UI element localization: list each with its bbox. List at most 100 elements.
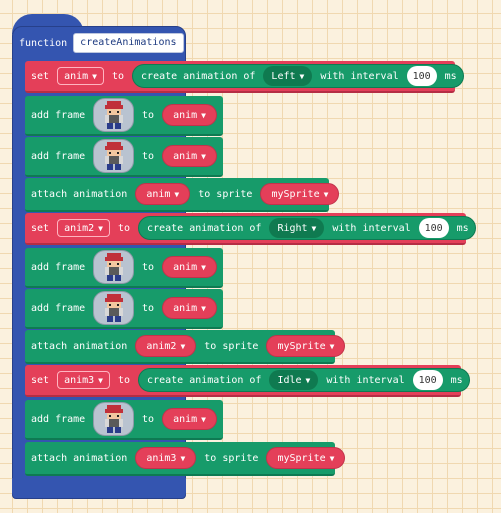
chevron-down-icon: ▼ [174, 189, 180, 199]
create-animation-block[interactable]: create animation of Idle ▼ with interval … [138, 368, 470, 392]
ms-label: ms [444, 70, 457, 82]
to-label: to [142, 413, 155, 425]
function-name-field[interactable]: createAnimations [73, 33, 184, 53]
chevron-down-icon: ▼ [92, 71, 97, 81]
create-animation-label: create animation of [147, 222, 262, 234]
to-label: to [118, 374, 131, 386]
variable-name: anim [64, 70, 89, 82]
function-keyword: function [19, 37, 68, 49]
chevron-down-icon: ▼ [323, 189, 329, 199]
chevron-down-icon: ▼ [305, 375, 311, 385]
to-label: to [142, 109, 155, 121]
set-label: set [31, 70, 50, 82]
create-animation-label: create animation of [141, 70, 256, 82]
chevron-down-icon: ▼ [180, 453, 186, 463]
sprite-name: mySprite [277, 452, 326, 464]
chevron-down-icon: ▼ [329, 341, 335, 351]
trainer-sprite-icon[interactable] [93, 250, 135, 284]
direction-value: Left [271, 70, 296, 82]
sprite-dropdown[interactable]: mySprite ▼ [266, 447, 346, 469]
to-sprite-label: to sprite [204, 452, 259, 464]
with-interval-label: with interval [326, 374, 405, 386]
trainer-sprite-icon[interactable] [93, 291, 135, 325]
chevron-down-icon: ▼ [201, 414, 206, 424]
animation-name: anim2 [146, 340, 177, 352]
animation-dropdown[interactable]: anim ▼ [135, 183, 191, 205]
add-frame-label: add frame [31, 261, 86, 273]
direction-dropdown[interactable]: Right ▼ [269, 218, 325, 238]
create-animation-label: create animation of [147, 374, 262, 386]
variable-dropdown[interactable]: anim ▼ [162, 104, 217, 126]
trainer-sprite-icon[interactable] [93, 98, 135, 132]
sprite-name: mySprite [277, 340, 326, 352]
chevron-down-icon: ▼ [201, 110, 206, 120]
animation-name: anim [146, 188, 171, 200]
add-frame-block[interactable]: add frame to anim ▼ [25, 96, 223, 136]
create-animation-block[interactable]: create animation of Left ▼ with interval … [132, 64, 464, 88]
interval-input[interactable]: 100 [406, 66, 437, 86]
with-interval-label: with interval [320, 70, 399, 82]
to-label: to [111, 70, 125, 82]
ms-label: ms [450, 374, 463, 386]
chevron-down-icon: ▼ [98, 375, 103, 385]
direction-value: Idle [277, 374, 302, 386]
trainer-sprite-icon[interactable] [93, 402, 135, 436]
variable-dropdown[interactable]: anim2 ▼ [57, 219, 110, 237]
direction-dropdown[interactable]: Idle ▼ [269, 370, 319, 390]
to-label: to [142, 261, 155, 273]
attach-animation-block[interactable]: attach animation anim2 ▼ to sprite mySpri… [25, 330, 346, 364]
interval-input[interactable]: 100 [412, 370, 443, 390]
animation-dropdown[interactable]: anim2 ▼ [135, 335, 197, 357]
set-block[interactable]: set anim ▼ to create animation of Left ▼ w… [25, 61, 464, 93]
variable-name: anim [173, 302, 198, 314]
variable-dropdown[interactable]: anim3 ▼ [57, 371, 110, 389]
add-frame-block[interactable]: add frame to anim ▼ [25, 137, 223, 177]
add-frame-block[interactable]: add frame to anim ▼ [25, 248, 223, 288]
sprite-dropdown[interactable]: mySprite ▼ [266, 335, 346, 357]
function-header: function createAnimations [19, 32, 184, 54]
variable-dropdown[interactable]: anim ▼ [162, 297, 217, 319]
add-frame-label: add frame [31, 302, 86, 314]
set-label: set [31, 222, 50, 234]
chevron-down-icon: ▼ [201, 151, 206, 161]
to-sprite-label: to sprite [204, 340, 259, 352]
attach-animation-block[interactable]: attach animation anim3 ▼ to sprite mySpri… [25, 442, 346, 476]
variable-name: anim3 [64, 374, 95, 386]
variable-name: anim [173, 109, 198, 121]
direction-dropdown[interactable]: Left ▼ [263, 66, 313, 86]
chevron-down-icon: ▼ [201, 303, 206, 313]
attach-animation-label: attach animation [31, 340, 128, 352]
variable-name: anim [173, 413, 198, 425]
create-animation-block[interactable]: create animation of Right ▼ with interval… [138, 216, 476, 240]
add-frame-block[interactable]: add frame to anim ▼ [25, 400, 223, 440]
variable-name: anim [173, 261, 198, 273]
set-block[interactable]: set anim2 ▼ to create animation of Right ▼… [25, 213, 476, 245]
sprite-dropdown[interactable]: mySprite ▼ [260, 183, 340, 205]
trainer-sprite-icon[interactable] [93, 139, 135, 173]
add-frame-block[interactable]: add frame to anim ▼ [25, 289, 223, 329]
add-frame-label: add frame [31, 150, 86, 162]
variable-dropdown[interactable]: anim ▼ [162, 408, 217, 430]
set-label: set [31, 374, 50, 386]
to-label: to [142, 150, 155, 162]
with-interval-label: with interval [332, 222, 411, 234]
to-sprite-label: to sprite [198, 188, 253, 200]
chevron-down-icon: ▼ [180, 341, 186, 351]
animation-name: anim3 [146, 452, 177, 464]
to-label: to [118, 222, 131, 234]
attach-animation-block[interactable]: attach animation anim ▼ to sprite mySprit… [25, 178, 340, 212]
set-block[interactable]: set anim3 ▼ to create animation of Idle ▼ … [25, 365, 470, 397]
attach-animation-label: attach animation [31, 188, 128, 200]
chevron-down-icon: ▼ [299, 71, 305, 81]
attach-animation-label: attach animation [31, 452, 128, 464]
ms-label: ms [456, 222, 469, 234]
animation-dropdown[interactable]: anim3 ▼ [135, 447, 197, 469]
variable-name: anim2 [64, 222, 95, 234]
variable-dropdown[interactable]: anim ▼ [162, 145, 217, 167]
sprite-name: mySprite [271, 188, 320, 200]
chevron-down-icon: ▼ [329, 453, 335, 463]
interval-input[interactable]: 100 [418, 218, 449, 238]
variable-dropdown[interactable]: anim ▼ [162, 256, 217, 278]
direction-value: Right [277, 222, 308, 234]
variable-dropdown[interactable]: anim ▼ [57, 67, 104, 85]
